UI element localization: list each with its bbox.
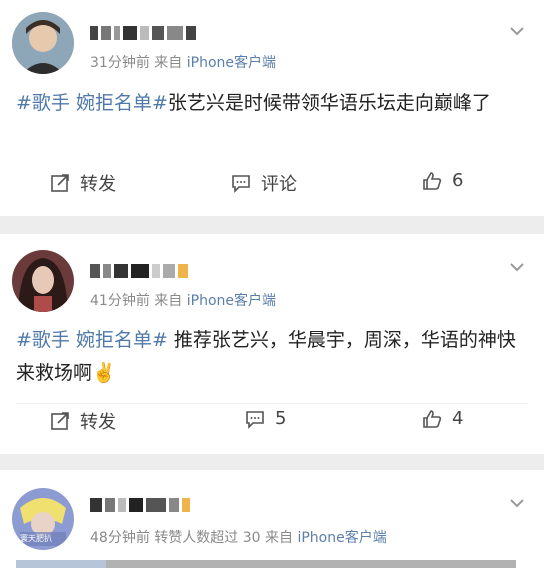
like-count: 6 bbox=[452, 170, 464, 191]
repost-label: 转发 bbox=[80, 174, 116, 195]
chevron-down-icon[interactable] bbox=[508, 258, 526, 276]
comment-count: 5 bbox=[275, 408, 287, 429]
post-meta: 41分钟前 来自 iPhone客户端 bbox=[90, 290, 276, 310]
username-mosaic[interactable] bbox=[90, 262, 188, 280]
like-icon bbox=[423, 171, 442, 190]
comment-label: 评论 bbox=[261, 174, 297, 195]
post-body: 张艺兴是时候带领华语乐坛走向巅峰了 bbox=[167, 92, 491, 114]
comment-icon bbox=[232, 175, 250, 193]
source-link[interactable]: iPhone客户端 bbox=[297, 530, 386, 546]
username-mosaic[interactable] bbox=[90, 24, 196, 42]
action-bar: 转发 5 4 bbox=[0, 408, 544, 448]
repost-icon bbox=[51, 412, 69, 430]
post-time: 41分钟前 bbox=[90, 293, 150, 309]
from-label: 来自 bbox=[265, 530, 293, 546]
post-card-1[interactable]: 31分钟前 来自 iPhone客户端 #歌手 婉拒名单#张艺兴是时候带领华语乐坛… bbox=[0, 0, 544, 216]
comment-icon bbox=[246, 410, 264, 429]
from-label: 来自 bbox=[154, 55, 183, 71]
post-text: #歌手 婉拒名单# 推荐张艺兴，华晨宇，周深，华语的神快来救场啊✌️ bbox=[16, 324, 526, 390]
avatar-caption: 寰天肥扒 bbox=[20, 534, 52, 543]
like-count: 4 bbox=[452, 408, 464, 429]
comment-button[interactable]: 5 bbox=[245, 408, 286, 429]
like-icon bbox=[423, 409, 442, 428]
divider bbox=[16, 403, 528, 404]
username-mosaic[interactable] bbox=[90, 496, 190, 514]
source-link[interactable]: iPhone客户端 bbox=[187, 55, 276, 71]
comment-button[interactable]: 评论 bbox=[231, 170, 297, 196]
topic-tag[interactable]: #歌手 婉拒名单# bbox=[16, 92, 168, 114]
post-text: #歌手 婉拒名单#张艺兴是时候带领华语乐坛走向巅峰了 bbox=[16, 87, 526, 120]
post-card-3[interactable] bbox=[0, 470, 544, 568]
truncated-text-row bbox=[16, 560, 516, 568]
repost-label: 转发 bbox=[80, 412, 116, 433]
post-meta: 48分钟前 转赞人数超过 30 来自 iPhone客户端 bbox=[90, 527, 387, 547]
repost-icon bbox=[51, 174, 69, 192]
chevron-down-icon[interactable] bbox=[508, 22, 526, 40]
engagement-note: 转赞人数超过 30 bbox=[154, 530, 261, 546]
repost-button[interactable]: 转发 bbox=[50, 170, 116, 196]
chevron-down-icon[interactable] bbox=[508, 494, 526, 512]
avatar[interactable] bbox=[12, 250, 74, 312]
from-label: 来自 bbox=[154, 293, 183, 309]
avatar[interactable] bbox=[12, 12, 74, 74]
source-link[interactable]: iPhone客户端 bbox=[187, 293, 276, 309]
post-time: 48分钟前 bbox=[90, 530, 150, 546]
like-button[interactable]: 4 bbox=[422, 408, 463, 429]
repost-button[interactable]: 转发 bbox=[50, 408, 116, 434]
avatar[interactable]: 寰天肥扒 bbox=[12, 488, 74, 550]
topic-tag[interactable]: #歌手 婉拒名单# bbox=[16, 329, 168, 351]
post-meta: 31分钟前 来自 iPhone客户端 bbox=[90, 52, 276, 72]
like-button[interactable]: 6 bbox=[422, 170, 463, 191]
post-time: 31分钟前 bbox=[90, 55, 150, 71]
action-bar: 转发 评论 6 bbox=[0, 170, 544, 210]
